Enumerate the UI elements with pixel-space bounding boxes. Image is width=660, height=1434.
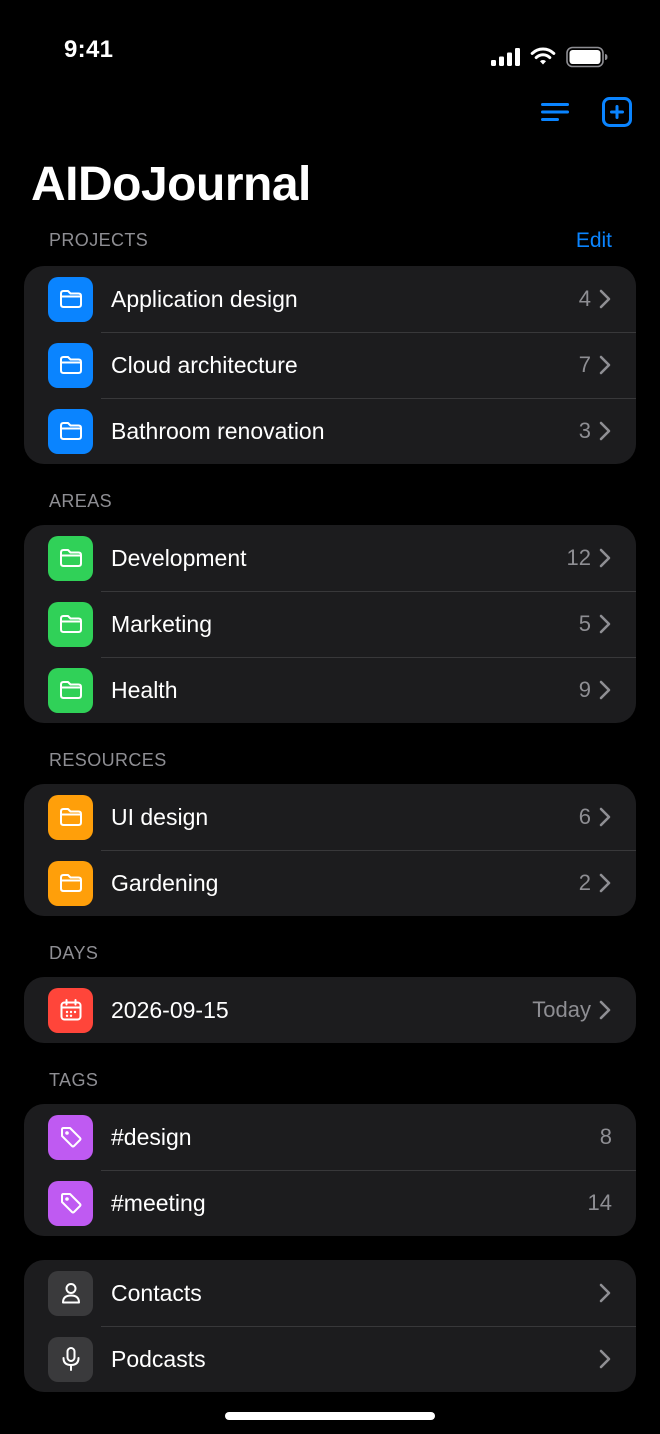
status-icons [490, 46, 608, 73]
resource-label: Gardening [111, 869, 219, 896]
microphone-icon [48, 1336, 93, 1382]
chevron-right-icon [598, 613, 612, 635]
day-row[interactable]: 2026-09-15 Today [24, 977, 636, 1043]
section-header-tags: TAGS [49, 1070, 99, 1090]
folder-icon [48, 601, 93, 647]
area-row[interactable]: Marketing 5 [24, 591, 636, 657]
tag-label: #design [111, 1123, 192, 1150]
resources-list: UI design 6 Gardening 2 [24, 784, 636, 916]
chevron-right-icon [598, 420, 612, 442]
day-badge: Today [532, 997, 591, 1022]
project-row[interactable]: Application design 4 [24, 266, 636, 332]
chevron-right-icon [598, 872, 612, 894]
chevron-right-icon [598, 354, 612, 376]
folder-icon [48, 667, 93, 713]
project-count: 7 [578, 352, 591, 377]
project-count: 3 [578, 418, 591, 443]
wifi-icon [530, 47, 556, 72]
folder-icon [48, 860, 93, 906]
chevron-right-icon [598, 1282, 612, 1304]
cellular-signal-icon [490, 47, 520, 72]
menu-button[interactable] [537, 96, 573, 132]
tag-row[interactable]: #design 8 [24, 1104, 636, 1170]
home-indicator[interactable] [225, 1412, 435, 1420]
person-icon [48, 1270, 93, 1316]
chevron-right-icon [598, 999, 612, 1021]
tag-count: 8 [599, 1124, 612, 1149]
resource-row[interactable]: Gardening 2 [24, 850, 636, 916]
project-row[interactable]: Bathroom renovation 3 [24, 398, 636, 464]
folder-icon [48, 408, 93, 454]
status-bar: 9:41 [0, 0, 660, 100]
section-header-projects: PROJECTS [49, 230, 149, 250]
chevron-right-icon [598, 1348, 612, 1370]
misc-list: Contacts Podcasts [24, 1260, 636, 1392]
days-list: 2026-09-15 Today [24, 977, 636, 1043]
folder-icon [48, 342, 93, 388]
area-count: 9 [578, 677, 591, 702]
tag-label: #meeting [111, 1189, 206, 1216]
area-label: Development [111, 544, 247, 571]
tag-count: 14 [587, 1190, 612, 1215]
podcasts-row[interactable]: Podcasts [24, 1326, 636, 1392]
chevron-right-icon [598, 679, 612, 701]
project-row[interactable]: Cloud architecture 7 [24, 332, 636, 398]
folder-icon [48, 794, 93, 840]
section-header-days: DAYS [49, 943, 99, 963]
tags-list: #design 8 #meeting 14 [24, 1104, 636, 1236]
tag-icon [48, 1180, 93, 1226]
area-row[interactable]: Health 9 [24, 657, 636, 723]
section-header-resources: RESOURCES [49, 750, 167, 770]
chevron-right-icon [598, 547, 612, 569]
resource-count: 6 [578, 804, 591, 829]
add-button[interactable] [599, 96, 635, 132]
section-header-areas: AREAS [49, 491, 113, 511]
plus-square-icon [601, 96, 633, 133]
resource-row[interactable]: UI design 6 [24, 784, 636, 850]
page-title: AIDoJournal [31, 158, 311, 211]
calendar-icon [48, 987, 93, 1033]
status-time: 9:41 [64, 36, 114, 63]
contacts-row[interactable]: Contacts [24, 1260, 636, 1326]
tag-row[interactable]: #meeting 14 [24, 1170, 636, 1236]
project-count: 4 [578, 286, 591, 311]
contacts-label: Contacts [111, 1279, 202, 1306]
tag-icon [48, 1114, 93, 1160]
chevron-right-icon [598, 806, 612, 828]
area-count: 12 [566, 545, 591, 570]
resource-count: 2 [578, 870, 591, 895]
folder-icon [48, 276, 93, 322]
folder-icon [48, 535, 93, 581]
area-count: 5 [578, 611, 591, 636]
project-label: Bathroom renovation [111, 417, 325, 444]
battery-icon [566, 46, 608, 73]
area-label: Health [111, 676, 178, 703]
areas-list: Development 12 Marketing 5 Health 9 [24, 525, 636, 723]
podcasts-label: Podcasts [111, 1345, 206, 1372]
project-label: Application design [111, 285, 298, 312]
projects-list: Application design 4 Cloud architecture … [24, 266, 636, 464]
chevron-right-icon [598, 288, 612, 310]
area-row[interactable]: Development 12 [24, 525, 636, 591]
resource-label: UI design [111, 803, 209, 830]
edit-button[interactable]: Edit [576, 229, 612, 253]
day-label: 2026-09-15 [111, 996, 229, 1023]
list-icon [540, 101, 570, 128]
project-label: Cloud architecture [111, 351, 298, 378]
area-label: Marketing [111, 610, 212, 637]
